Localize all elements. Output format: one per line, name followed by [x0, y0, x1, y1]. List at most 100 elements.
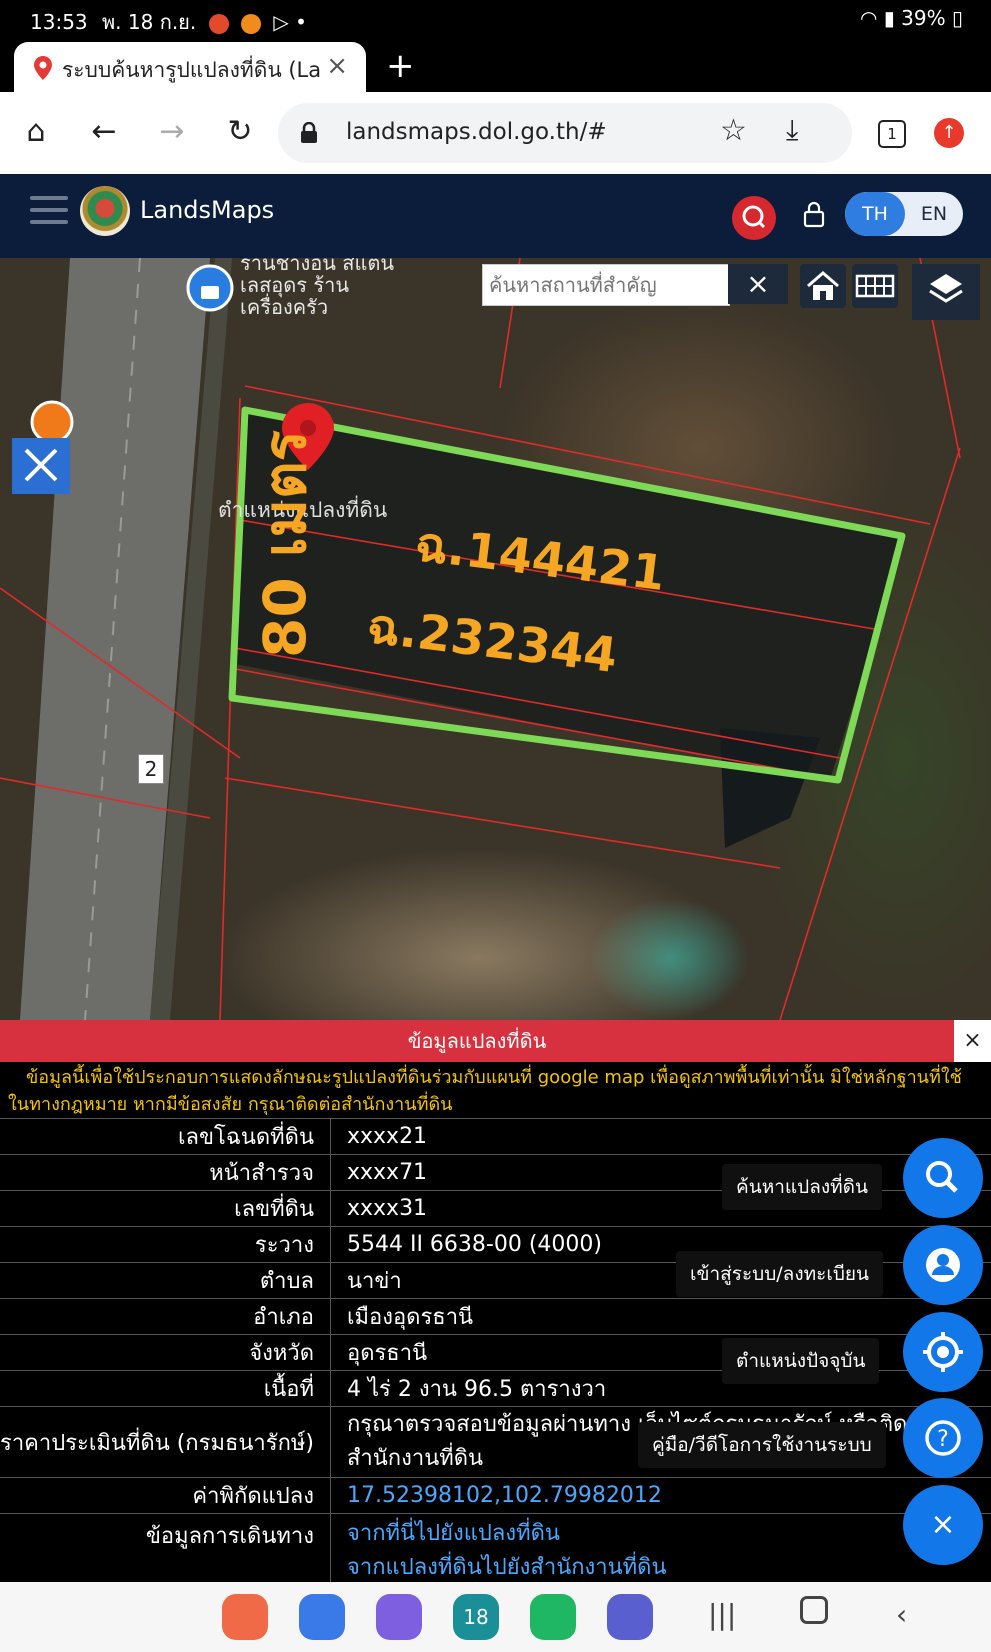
row-key: เลขโฉนดที่ดิน: [0, 1118, 331, 1155]
location-pin-icon: [34, 56, 52, 80]
travel-key: ข้อมูลการเดินทาง: [0, 1513, 331, 1588]
ruler-pencil-icon: [24, 448, 58, 482]
travel-links: จากที่นี่ไปยังแปลงที่ดิน จากแปลงที่ดินไป…: [330, 1513, 991, 1588]
row-key: ตำบล: [0, 1262, 331, 1299]
url-text[interactable]: landsmaps.dol.go.th/#: [346, 119, 607, 145]
grid-icon: [855, 274, 895, 298]
status-bar: 13:53 พ. 18 ก.ย. ▷ • ◠ ▮ 39% ▯: [0, 0, 991, 36]
row-value: เมืองอุดรธานี: [330, 1298, 991, 1335]
browser-tab[interactable]: ระบบค้นหารูปแปลงที่ดิน (La ×: [14, 42, 366, 92]
layers-icon: [929, 274, 963, 303]
back-nav-icon[interactable]: ‹: [896, 1598, 907, 1631]
forward-icon[interactable]: →: [150, 110, 194, 154]
recent-apps-icon[interactable]: |||: [708, 1598, 736, 1631]
satellite-map[interactable]: ร้านช่างอัน สแตนเลสอุดร ร้านเครื่องครัว …: [0, 258, 991, 1020]
internet-app-icon[interactable]: [376, 1594, 422, 1640]
signal-icon: ▮: [883, 6, 895, 30]
update-icon[interactable]: ↑: [934, 118, 964, 148]
login-lock-icon[interactable]: [803, 200, 825, 228]
table-row: เลขโฉนดที่ดิน xxxx21: [0, 1118, 991, 1155]
hamburger-menu-icon[interactable]: [30, 196, 68, 226]
coords-key: ค่าพิกัดแปลง: [0, 1477, 331, 1514]
current-location-button[interactable]: [903, 1312, 983, 1392]
lang-th-button[interactable]: TH: [845, 192, 905, 236]
contacts-app-icon[interactable]: [222, 1594, 268, 1640]
more-notifications-icon: •: [295, 10, 307, 34]
header-search-button[interactable]: [732, 196, 776, 240]
reload-icon[interactable]: ↻: [218, 110, 262, 154]
disclaimer-text: ข้อมูลนี้เพื่อใช้ประกอบการแสดงลักษณะรูปแ…: [8, 1064, 978, 1118]
bookmark-star-icon[interactable]: ☆: [720, 113, 747, 148]
row-key: เนื้อที่: [0, 1370, 331, 1407]
lock-icon: [301, 122, 317, 143]
panel-title: ข้อมูลแปลงที่ดิน: [0, 1020, 954, 1062]
place-search-clear-button[interactable]: ×: [728, 264, 788, 304]
row-key: ระวาง: [0, 1226, 331, 1263]
close-fab-menu-button[interactable]: ×: [903, 1485, 983, 1565]
lang-en-button[interactable]: EN: [905, 192, 963, 236]
status-time: 13:53: [30, 10, 88, 34]
panel-close-button[interactable]: ×: [954, 1020, 991, 1062]
play-icon: ▷: [273, 10, 289, 34]
table-row: ข้อมูลการเดินทาง จากที่นี่ไปยังแปลงที่ดิ…: [0, 1513, 991, 1588]
measure-tool-button[interactable]: [12, 438, 70, 494]
search-icon: [926, 1161, 958, 1193]
notification-icon: [208, 13, 229, 34]
status-date: พ. 18 ก.ย.: [102, 10, 197, 34]
address-bar[interactable]: landsmaps.dol.go.th/# ☆ ⤓: [278, 103, 852, 163]
directions-to-parcel-link[interactable]: จากที่นี่ไปยังแปลงที่ดิน: [347, 1517, 991, 1551]
house-icon: [807, 271, 839, 300]
dol-logo: [80, 186, 130, 236]
new-tab-button[interactable]: +: [386, 46, 415, 86]
browser-toolbar: ⌂ ← → ↻ landsmaps.dol.go.th/# ☆ ⤓ 1 ↑: [0, 92, 991, 174]
map-poi-label: ร้านช่างอัน สแตนเลสอุดร ร้านเครื่องครัว: [240, 258, 395, 319]
home-icon[interactable]: ⌂: [14, 110, 58, 154]
brand-name: LandsMaps: [140, 196, 275, 224]
row-value: xxxx31: [330, 1190, 991, 1227]
row-key: เลขที่ดิน: [0, 1190, 331, 1227]
place-search[interactable]: [482, 264, 730, 306]
search-parcel-button[interactable]: [903, 1138, 983, 1218]
row-value: xxxx21: [330, 1118, 991, 1155]
directions-to-office-link[interactable]: จากแปลงที่ดินไปยังสำนักงานที่ดิน: [347, 1551, 991, 1585]
search-icon: [742, 205, 766, 229]
manual-tooltip: คู่มือ/วีดีโอการใช้งานระบบ: [638, 1422, 886, 1468]
row-value: xxxx71: [330, 1154, 991, 1191]
calendar-app-icon[interactable]: 18: [453, 1594, 499, 1640]
login-tooltip: เข้าสู่ระบบ/ลงทะเบียน: [676, 1251, 884, 1297]
coords-link[interactable]: 17.52398102,102.79982012: [330, 1477, 991, 1514]
svg-text:?: ?: [937, 1427, 949, 1452]
login-register-button[interactable]: [903, 1225, 983, 1305]
wifi-icon: ◠: [859, 6, 878, 30]
app-drawer-icon[interactable]: [607, 1594, 653, 1640]
row-value: 5544 II 6638-00 (4000): [330, 1226, 991, 1263]
row-key: จังหวัด: [0, 1334, 331, 1371]
parcel-info-panel: ข้อมูลแปลงที่ดิน × ข้อมูลนี้เพื่อใช้ประก…: [0, 1020, 991, 1588]
layers-button[interactable]: [912, 264, 980, 320]
disclaimer-body: ข้อมูลนี้เพื่อใช้ประกอบการแสดงลักษณะรูปแ…: [8, 1067, 962, 1115]
notification-icon: [240, 13, 261, 34]
place-search-input[interactable]: [483, 265, 721, 305]
tab-switcher-button[interactable]: 1: [878, 120, 906, 148]
row-value: อุดรธานี: [330, 1334, 991, 1371]
tab-close-icon[interactable]: ×: [326, 51, 348, 81]
download-icon[interactable]: ⤓: [786, 113, 798, 147]
battery-level: 39%: [901, 6, 946, 30]
row-key: หน้าสำรวจ: [0, 1154, 331, 1191]
android-nav-bar: 18 ||| ‹: [0, 1582, 991, 1652]
table-row: ค่าพิกัดแปลง 17.52398102,102.79982012: [0, 1477, 991, 1514]
app-header: LandsMaps TH EN: [0, 174, 991, 258]
user-icon: [926, 1248, 960, 1282]
help-manual-button[interactable]: ?: [903, 1398, 983, 1478]
frontage-width-label: 80 เมตร: [251, 430, 319, 658]
row-key: อำเภอ: [0, 1298, 331, 1335]
question-icon: ?: [925, 1420, 961, 1456]
messages-app-icon[interactable]: [299, 1594, 345, 1640]
line-app-icon[interactable]: [530, 1594, 576, 1640]
language-switch[interactable]: TH EN: [845, 192, 963, 236]
grid-view-button[interactable]: [852, 264, 898, 308]
home-view-button[interactable]: [800, 264, 846, 308]
current-location-tooltip: ตำแหน่งปัจจุบัน: [722, 1338, 880, 1384]
back-icon[interactable]: ←: [82, 110, 126, 154]
home-nav-icon[interactable]: [800, 1596, 828, 1624]
